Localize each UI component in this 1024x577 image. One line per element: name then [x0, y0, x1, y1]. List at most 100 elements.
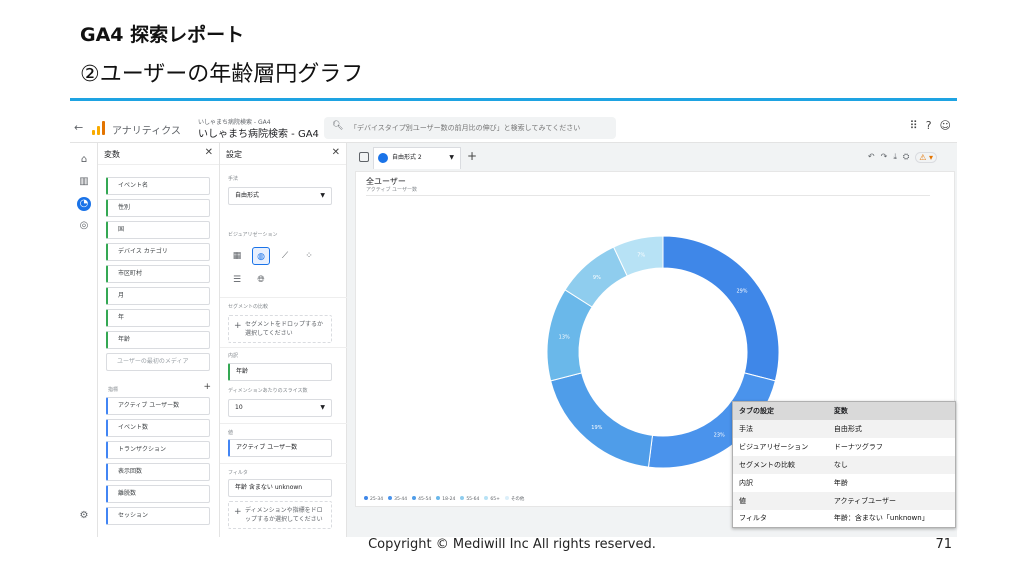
legend-swatch: [504, 496, 509, 500]
search-input[interactable]: [350, 120, 610, 136]
filter-label: フィルタ: [228, 470, 248, 476]
dimension-chip[interactable]: 国: [106, 221, 210, 239]
table-header: 変数: [827, 401, 956, 420]
metric-chip[interactable]: トランザクション: [106, 441, 210, 459]
nav-rail: ⌂ ▥ ◔ ◎ ⚙: [70, 143, 98, 537]
slide-rule: [70, 98, 957, 101]
slice-label: 23%: [714, 433, 725, 439]
variables-panel: 変数 ✕ イベント名 性別 国 デバイス カテゴリ 市区町村 月 年 年齢 ユー…: [98, 143, 220, 537]
tab-freeform-2[interactable]: 自由形式 2 ▼: [373, 147, 461, 169]
dimension-chip[interactable]: 年齢: [106, 331, 210, 349]
download-icon[interactable]: ⤓: [893, 152, 897, 163]
metric-chip[interactable]: セッション: [106, 507, 210, 525]
values-chip[interactable]: アクティブ ユーザー数: [228, 439, 332, 457]
add-tab-button[interactable]: +: [467, 149, 477, 163]
bar-viz-icon[interactable]: ☰: [228, 271, 246, 289]
apps-grid-icon[interactable]: ⠿: [910, 119, 918, 132]
table-cell: セグメントの比較: [732, 455, 828, 474]
rows-value: 10: [235, 404, 243, 411]
settings-gear-icon[interactable]: ⚙: [77, 509, 91, 523]
add-icon: +: [234, 507, 242, 517]
avatar[interactable]: ☺: [940, 119, 951, 132]
metrics-label: 指標: [108, 387, 119, 393]
legend-item[interactable]: 35-44: [388, 496, 407, 502]
table-cell: フィルタ: [732, 509, 828, 528]
slide-subtitle: ②ユーザーの年齢層円グラフ: [80, 62, 364, 87]
dimension-chip[interactable]: 性別: [106, 199, 210, 217]
close-icon[interactable]: ✕: [332, 147, 340, 158]
home-icon[interactable]: ⌂: [77, 153, 91, 167]
legend-label: その他: [510, 497, 525, 502]
metric-chip[interactable]: 離脱数: [106, 485, 210, 503]
metric-chip[interactable]: アクティブ ユーザー数: [106, 397, 210, 415]
table-cell: 自由形式: [827, 419, 956, 438]
slice-label: 9%: [593, 275, 601, 281]
breakdown-chip[interactable]: 年齢: [228, 363, 332, 381]
metric-chip[interactable]: イベント数: [106, 419, 210, 437]
legend-label: 18-24: [442, 497, 456, 502]
explore-icon[interactable]: ◔: [77, 197, 91, 211]
legend-swatch: [388, 496, 393, 500]
technique-select[interactable]: 自由形式 ▼: [228, 187, 332, 205]
donut-slice-45-54[interactable]: [550, 372, 654, 468]
search-bar[interactable]: 🔍︎: [324, 117, 616, 139]
legend-label: 65+: [490, 497, 500, 502]
dimension-chip[interactable]: 月: [106, 287, 210, 305]
dimension-chip[interactable]: 市区町村: [106, 265, 210, 283]
legend-item[interactable]: 55-64: [460, 496, 479, 502]
tab-settings-table: タブの設定 変数 手法 自由形式 ビジュアリゼーション ドーナツグラフ セグメン…: [732, 401, 956, 528]
chart-legend: 25-34 35-44 45-54 18-24 55-64 65+ その他: [364, 496, 524, 502]
slice-label: 29%: [736, 289, 747, 295]
add-metric-button[interactable]: +: [203, 382, 211, 392]
settings-title: 設定: [226, 150, 242, 159]
technique-label: 手法: [228, 176, 239, 182]
legend-item[interactable]: 45-54: [412, 496, 431, 502]
rows-select[interactable]: 10 ▼: [228, 399, 332, 417]
donut-slice-25-34[interactable]: [662, 235, 780, 382]
legend-item[interactable]: 18-24: [436, 496, 455, 502]
back-arrow-icon[interactable]: ←: [74, 121, 83, 134]
table-row: ビジュアリゼーション ドーナツグラフ: [732, 437, 956, 456]
legend-item[interactable]: 65+: [484, 496, 500, 502]
reports-icon[interactable]: ▥: [77, 175, 91, 189]
legend-item[interactable]: その他: [504, 496, 525, 502]
legend-label: 55-64: [466, 497, 480, 502]
redo-icon[interactable]: ↷: [881, 152, 888, 163]
copyright-footer: Copyright © Mediwill Inc All rights rese…: [368, 537, 656, 552]
account-name[interactable]: いしゃまち病院検索 - GA4: [198, 125, 319, 140]
warning-icon[interactable]: ⚠ ▾: [915, 152, 937, 163]
dimension-chip[interactable]: イベント名: [106, 177, 210, 195]
table-row: 内訳 年齢: [732, 473, 956, 492]
legend-item[interactable]: 25-34: [364, 496, 383, 502]
metric-chip[interactable]: 表示回数: [106, 463, 210, 481]
filter-dropzone[interactable]: + ディメンションや指標をドロップするか選択してください: [228, 501, 332, 529]
donut-viz-icon[interactable]: ◍: [252, 247, 270, 265]
dimension-chip[interactable]: 年: [106, 309, 210, 327]
legend-label: 25-34: [370, 497, 384, 502]
undo-icon[interactable]: ↶: [868, 152, 875, 163]
table-cell: 年齢：含まない「unknown」: [827, 509, 956, 528]
share-user-icon[interactable]: ⛭: [903, 152, 909, 163]
dimension-chip[interactable]: ユーザーの最初のメディア: [106, 353, 210, 371]
geo-map-viz-icon[interactable]: 🌐︎: [252, 271, 270, 289]
help-icon[interactable]: ?: [926, 119, 932, 132]
table-row: 値 アクティブユーザー: [732, 491, 956, 510]
slice-label: 7%: [637, 252, 645, 258]
scatter-viz-icon[interactable]: ⁘: [300, 247, 318, 265]
table-viz-icon[interactable]: ▦: [228, 247, 246, 265]
table-cell: 年齢: [827, 473, 956, 492]
legend-swatch: [484, 496, 489, 500]
chevron-down-icon: ▼: [320, 192, 325, 199]
filter-chip[interactable]: 年齢 含まない unknown: [228, 479, 332, 497]
segment-dropzone[interactable]: + セグメントをドロップするか選択してください: [228, 315, 332, 343]
table-cell: 値: [732, 491, 828, 510]
table-row: フィルタ 年齢：含まない「unknown」: [732, 509, 956, 528]
advertising-icon[interactable]: ◎: [77, 219, 91, 233]
top-bar: ← アナリティクス いしゃまち病院検索 - GA4 いしゃまち病院検索 - GA…: [70, 113, 957, 143]
tab-menu-icon[interactable]: [359, 152, 369, 162]
breakdown-label: 内訳: [228, 353, 239, 359]
table-row: 手法 自由形式: [732, 419, 956, 438]
line-viz-icon[interactable]: ⟋: [276, 247, 294, 265]
dimension-chip[interactable]: デバイス カテゴリ: [106, 243, 210, 261]
close-icon[interactable]: ✕: [205, 147, 213, 158]
